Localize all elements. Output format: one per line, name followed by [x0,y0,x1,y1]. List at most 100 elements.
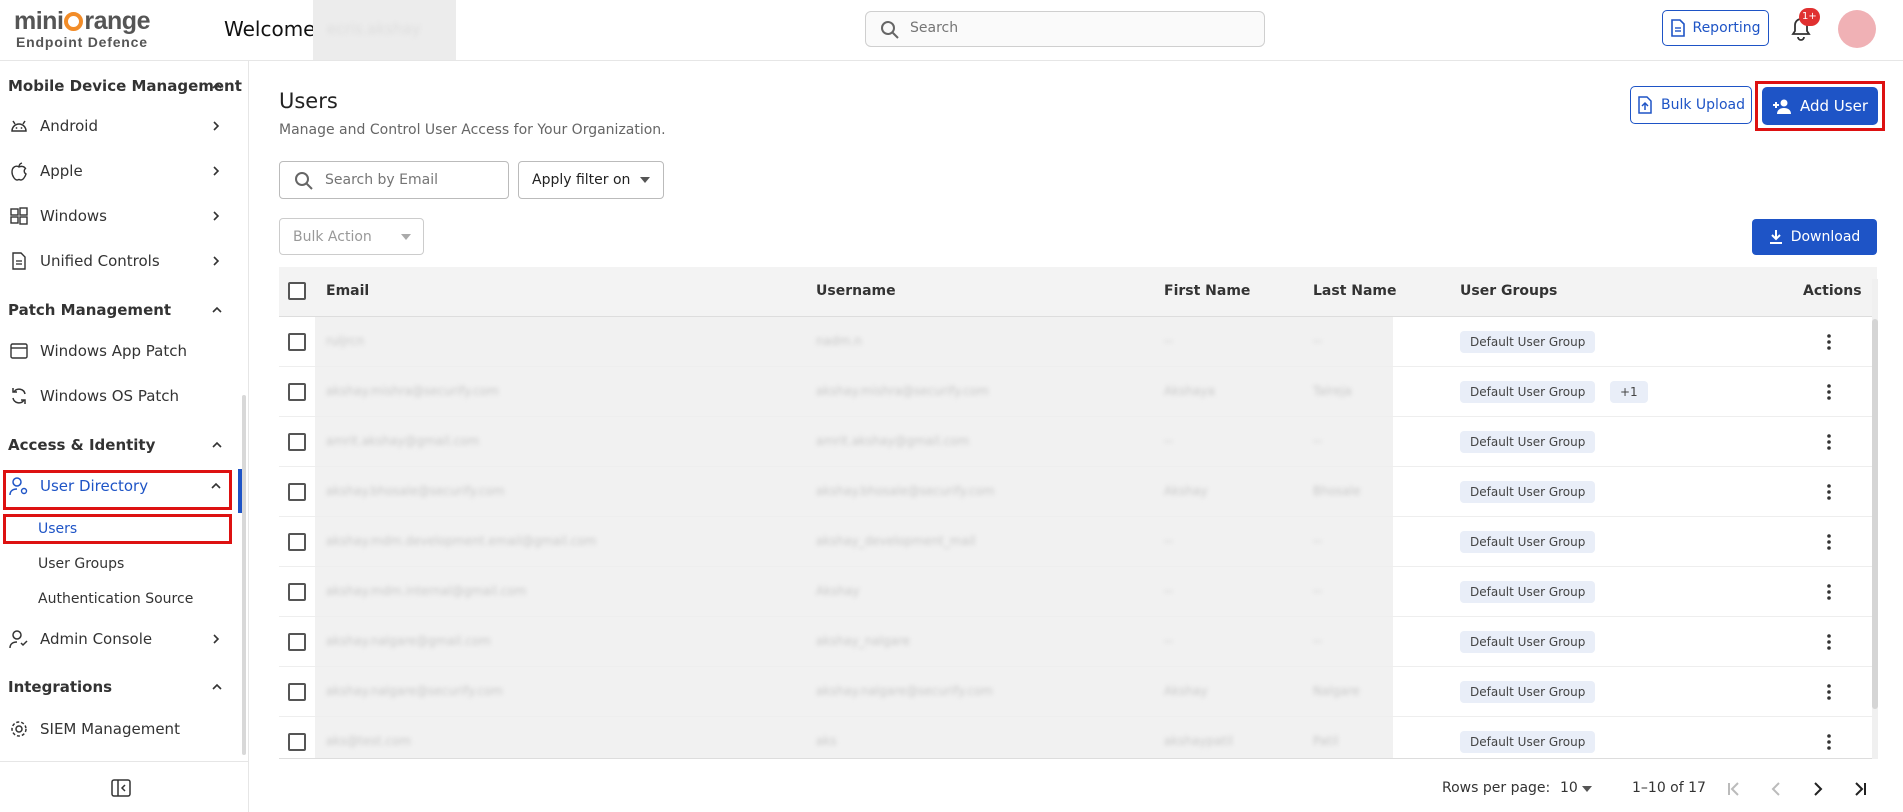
global-search[interactable] [865,11,1265,47]
sidebar: Mobile Device Management Android Apple W… [0,61,249,812]
sidebar-item-windows[interactable]: Windows [0,196,240,236]
row-checkbox[interactable] [288,333,306,351]
row-checkbox[interactable] [288,583,306,601]
row-checkbox[interactable] [288,483,306,501]
select-all-checkbox[interactable] [288,282,306,300]
sidebar-item-unified-controls[interactable]: Unified Controls [0,241,240,281]
cell-username: Akshay [816,584,860,598]
highlight-add-user [1755,81,1885,131]
sidebar-item-apple[interactable]: Apple [0,151,240,191]
last-page-icon[interactable] [1850,779,1870,799]
sidebar-footer [0,761,249,812]
email-search[interactable] [279,161,509,199]
table-row[interactable]: akshay.mishra@securify.com akshay.mishra@… [279,367,1877,417]
sidebar-scrollbar[interactable] [242,395,246,755]
chevron-right-icon [213,166,220,176]
sidebar-item-windows-app-patch[interactable]: Windows App Patch [0,331,240,371]
sidebar-item-siem-management[interactable]: SIEM Management [0,709,240,749]
cell-email: aks@test.com [326,734,412,748]
cell-email: akshay.mdm.development.email@gmail.com [326,534,597,548]
pagination: Rows per page: 10 1–10 of 17 [250,769,1903,809]
table-row[interactable]: akshay.nalgare@securify.com akshay.nalgar… [279,667,1877,717]
sidebar-item-windows-os-patch[interactable]: Windows OS Patch [0,376,240,416]
chevron-right-icon [213,256,220,266]
column-username[interactable]: Username [816,283,896,299]
more-actions-icon[interactable] [1819,332,1839,352]
page-subtitle: Manage and Control User Access for Your … [279,122,666,138]
sidebar-subitem-authentication-source[interactable]: Authentication Source [38,591,193,607]
next-page-icon[interactable] [1808,779,1828,799]
more-actions-icon[interactable] [1819,682,1839,702]
row-checkbox[interactable] [288,683,306,701]
sidebar-item-android[interactable]: Android [0,106,240,146]
more-actions-icon[interactable] [1819,432,1839,452]
sidebar-subitem-user-groups[interactable]: User Groups [38,556,124,572]
bulk-action-dropdown[interactable]: Bulk Action [279,218,424,255]
chevron-up-icon[interactable] [211,681,223,693]
avatar[interactable] [1838,10,1876,48]
reporting-label: Reporting [1692,20,1761,36]
cell-last-name: Patil [1313,734,1339,748]
row-checkbox[interactable] [288,733,306,751]
more-groups-chip[interactable]: +1 [1610,381,1648,403]
section-access-identity[interactable]: Access & Identity [8,436,155,454]
more-actions-icon[interactable] [1819,532,1839,552]
table-row[interactable]: akshay.mdm.internal@gmail.com Akshay -- -- D… [279,567,1877,617]
column-last-name[interactable]: Last Name [1313,283,1397,299]
collapse-sidebar-icon[interactable] [110,777,132,799]
more-actions-icon[interactable] [1819,582,1839,602]
column-first-name[interactable]: First Name [1164,283,1250,299]
table-row[interactable]: akshay.bhosale@securify.com akshay.bhosal… [279,467,1877,517]
email-search-input[interactable] [325,172,495,188]
reporting-button[interactable]: Reporting [1662,10,1769,46]
previous-page-icon[interactable] [1766,779,1786,799]
sidebar-item-admin-console[interactable]: Admin Console [0,619,240,659]
table-row[interactable]: akshay.mdm.development.email@gmail.com ak… [279,517,1877,567]
caret-down-icon [401,234,411,240]
section-integrations[interactable]: Integrations [8,678,112,696]
cell-last-name: -- [1313,534,1322,548]
section-patch-management[interactable]: Patch Management [8,301,171,319]
highlight-user-directory [3,470,232,510]
refresh-icon [12,388,26,404]
chevron-up-icon[interactable] [211,439,223,451]
global-search-input[interactable] [910,20,1230,36]
more-actions-icon[interactable] [1819,382,1839,402]
chevron-right-icon [213,121,220,131]
apply-filter-dropdown[interactable]: Apply filter on [518,161,664,199]
column-user-groups[interactable]: User Groups [1460,283,1557,299]
table-row[interactable]: aks@test.com aks akshaypatil Patil Default U… [279,717,1877,758]
chevron-up-icon[interactable] [211,80,223,92]
first-page-icon[interactable] [1724,779,1744,799]
table-row[interactable]: akshay.nalgare@gmail.com akshay_nalgare --… [279,617,1877,667]
sidebar-item-label: Apple [40,162,83,180]
more-actions-icon[interactable] [1819,732,1839,752]
download-icon [1769,230,1782,244]
table-scrollbar[interactable] [1872,279,1878,759]
apple-icon [11,162,27,181]
table-row[interactable]: ruljrcn nadm.n -- -- Default User Group [279,317,1877,367]
chevron-up-icon[interactable] [211,304,223,316]
search-icon [295,172,313,190]
column-email[interactable]: Email [326,283,369,299]
row-checkbox[interactable] [288,533,306,551]
cell-last-name: -- [1313,634,1322,648]
row-checkbox[interactable] [288,383,306,401]
bulk-upload-button[interactable]: Bulk Upload [1630,86,1752,124]
user-group-chip: Default User Group [1460,431,1596,453]
row-checkbox[interactable] [288,633,306,651]
bulk-upload-label: Bulk Upload [1661,97,1745,113]
table-scrollbar-thumb[interactable] [1872,319,1878,709]
miniorange-logo[interactable]: mini range Endpoint Defence [14,8,164,54]
upload-file-icon [1638,96,1652,114]
top-header: mini range Endpoint Defence Welcome ecris… [0,0,1903,61]
section-mobile-device-management[interactable]: Mobile Device Management [8,77,242,95]
more-actions-icon[interactable] [1819,482,1839,502]
user-group-chip: Default User Group [1460,581,1596,603]
rows-per-page-select[interactable]: 10 [1560,780,1593,796]
logo-text-right: range [84,7,150,35]
download-button[interactable]: Download [1752,219,1877,255]
row-checkbox[interactable] [288,433,306,451]
more-actions-icon[interactable] [1819,632,1839,652]
table-row[interactable]: amrit.akshay@gmail.com amrit.akshay@gmail… [279,417,1877,467]
